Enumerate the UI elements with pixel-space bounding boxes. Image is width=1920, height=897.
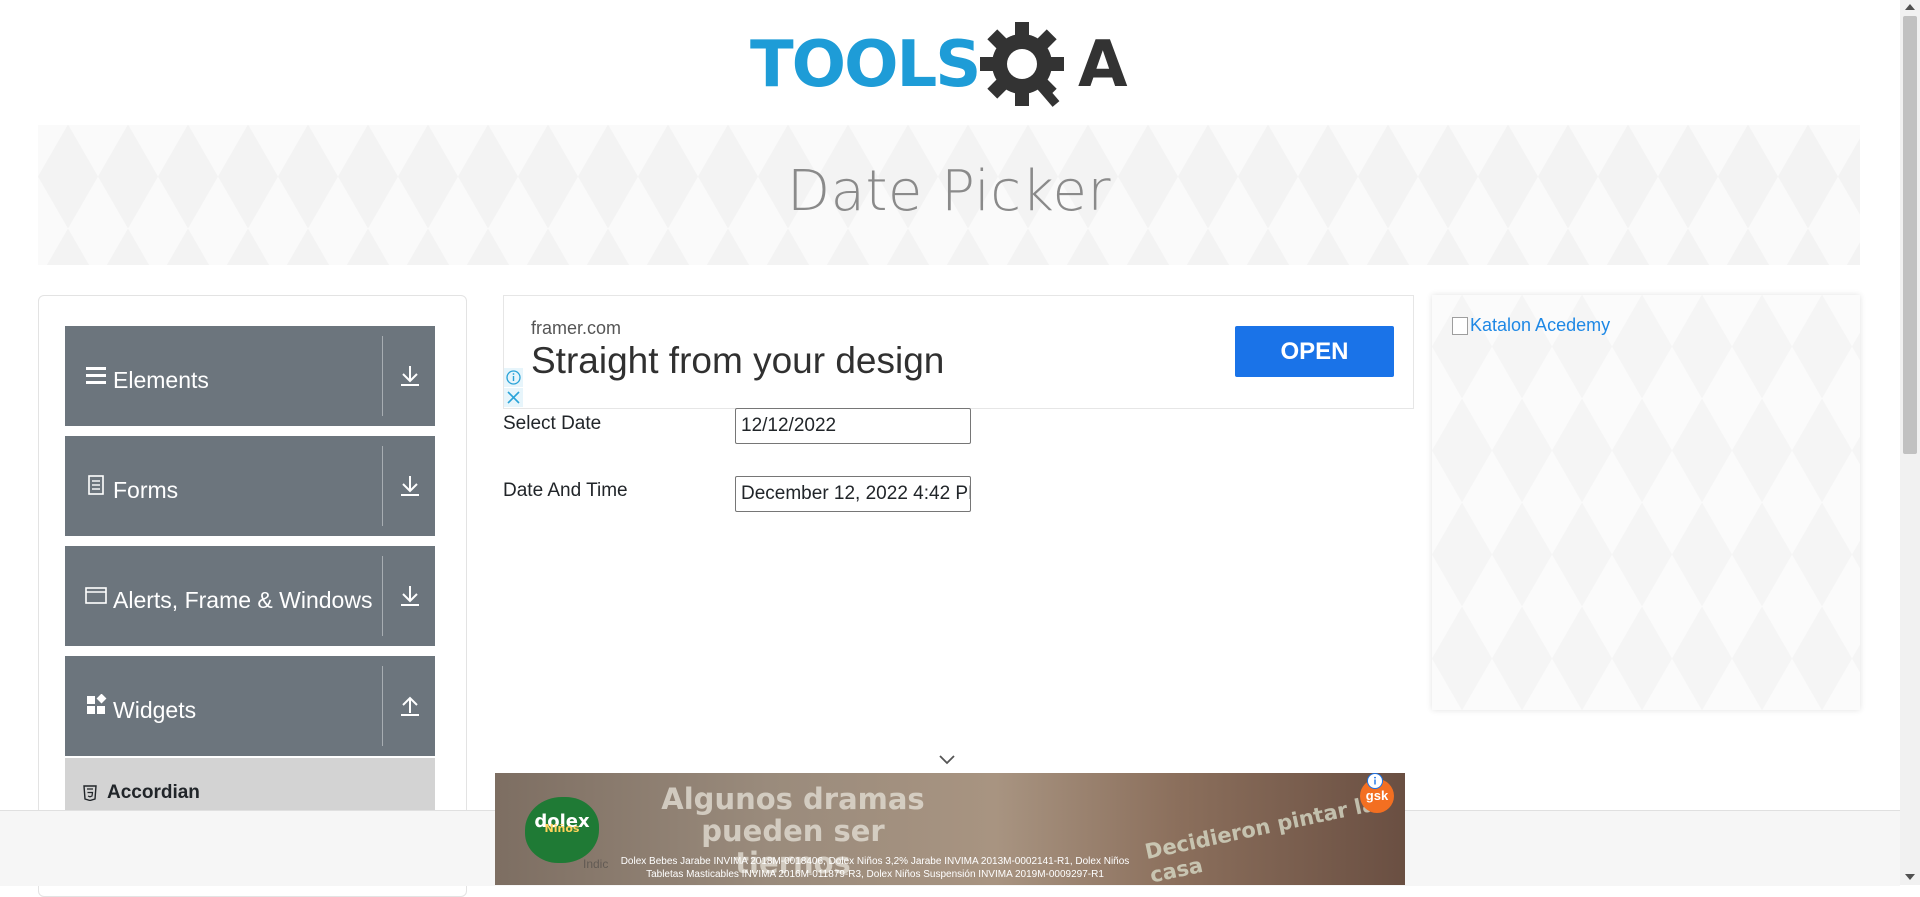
sidebar-group-label: Forms bbox=[113, 477, 179, 503]
chevron-down-icon[interactable] bbox=[937, 753, 957, 767]
ad-info-icon[interactable] bbox=[504, 368, 523, 387]
ad-info-icon[interactable] bbox=[1367, 773, 1383, 789]
bottom-ad[interactable]: dolex Niños Algunos dramas pueden ser ti… bbox=[495, 773, 1405, 885]
page-title: Date Picker bbox=[787, 159, 1111, 224]
window-icon bbox=[85, 587, 107, 604]
page-banner: Date Picker bbox=[38, 125, 1860, 265]
sidebar-item-accordian[interactable]: Accordian bbox=[65, 758, 435, 818]
sidebar-group-label: Alerts, Frame & Windows bbox=[113, 587, 373, 613]
divider bbox=[382, 666, 383, 746]
broken-image-icon bbox=[1452, 316, 1468, 335]
upload-arrow-icon[interactable] bbox=[399, 694, 421, 718]
dolex-sub-text: Niños bbox=[544, 822, 580, 835]
ad-headline: Straight from your design bbox=[531, 340, 945, 381]
sidebar-group-forms[interactable]: Forms bbox=[65, 436, 435, 536]
scrollbar-thumb[interactable] bbox=[1903, 16, 1917, 454]
download-arrow-icon[interactable] bbox=[399, 584, 421, 608]
sidebar-group-alerts-frame-windows[interactable]: Alerts, Frame & Windows bbox=[65, 546, 435, 646]
select-date-input[interactable]: 12/12/2022 bbox=[735, 408, 971, 444]
logo-qa-text: A bbox=[1078, 28, 1128, 102]
divider bbox=[382, 336, 383, 416]
toolsqa-logo[interactable]: TOOLS A bbox=[750, 18, 1155, 114]
image-alt-text: Katalon Acedemy bbox=[1470, 315, 1611, 335]
gear-icon bbox=[980, 22, 1064, 107]
page-scrollbar[interactable] bbox=[1900, 0, 1920, 885]
divider bbox=[382, 446, 383, 526]
dolex-logo: dolex Niños bbox=[525, 797, 599, 863]
download-arrow-icon[interactable] bbox=[399, 474, 421, 498]
sidebar-group-elements[interactable]: Elements bbox=[65, 326, 435, 426]
sidebar-item-label: Accordian bbox=[107, 782, 200, 803]
top-ad[interactable]: framer.com Straight from your design OPE… bbox=[503, 295, 1414, 409]
html5-icon bbox=[83, 785, 97, 801]
sidebar-group-label: Widgets bbox=[113, 697, 197, 723]
hamburger-icon bbox=[86, 367, 106, 384]
sidebar-group-label: Elements bbox=[113, 367, 209, 393]
katalon-academy-image[interactable]: Katalon Acedemy bbox=[1452, 315, 1610, 336]
document-icon bbox=[88, 475, 104, 495]
bottom-ad-fine-print: Dolex Bebes Jarabe INVIMA 2018M-0018406,… bbox=[620, 856, 1130, 880]
widgets-icon bbox=[87, 694, 107, 714]
select-date-label: Select Date bbox=[503, 413, 602, 434]
scroll-up-arrow[interactable] bbox=[1905, 4, 1915, 10]
date-and-time-input[interactable]: December 12, 2022 4:42 PM bbox=[735, 476, 971, 512]
ad-close-icon[interactable] bbox=[504, 388, 523, 407]
logo-tools-text: TOOLS bbox=[750, 28, 979, 102]
sidebar-group-widgets[interactable]: Widgets bbox=[65, 656, 435, 756]
divider bbox=[382, 556, 383, 636]
right-ad-panel: Katalon Acedemy bbox=[1432, 295, 1860, 710]
ad-open-button[interactable]: OPEN bbox=[1235, 326, 1394, 377]
scroll-down-arrow[interactable] bbox=[1905, 874, 1915, 880]
ad-domain: framer.com bbox=[531, 318, 622, 338]
download-arrow-icon[interactable] bbox=[399, 364, 421, 388]
left-sidebar: Elements Forms Alerts, Frame & Windows W… bbox=[38, 295, 467, 897]
date-and-time-label: Date And Time bbox=[503, 480, 628, 501]
